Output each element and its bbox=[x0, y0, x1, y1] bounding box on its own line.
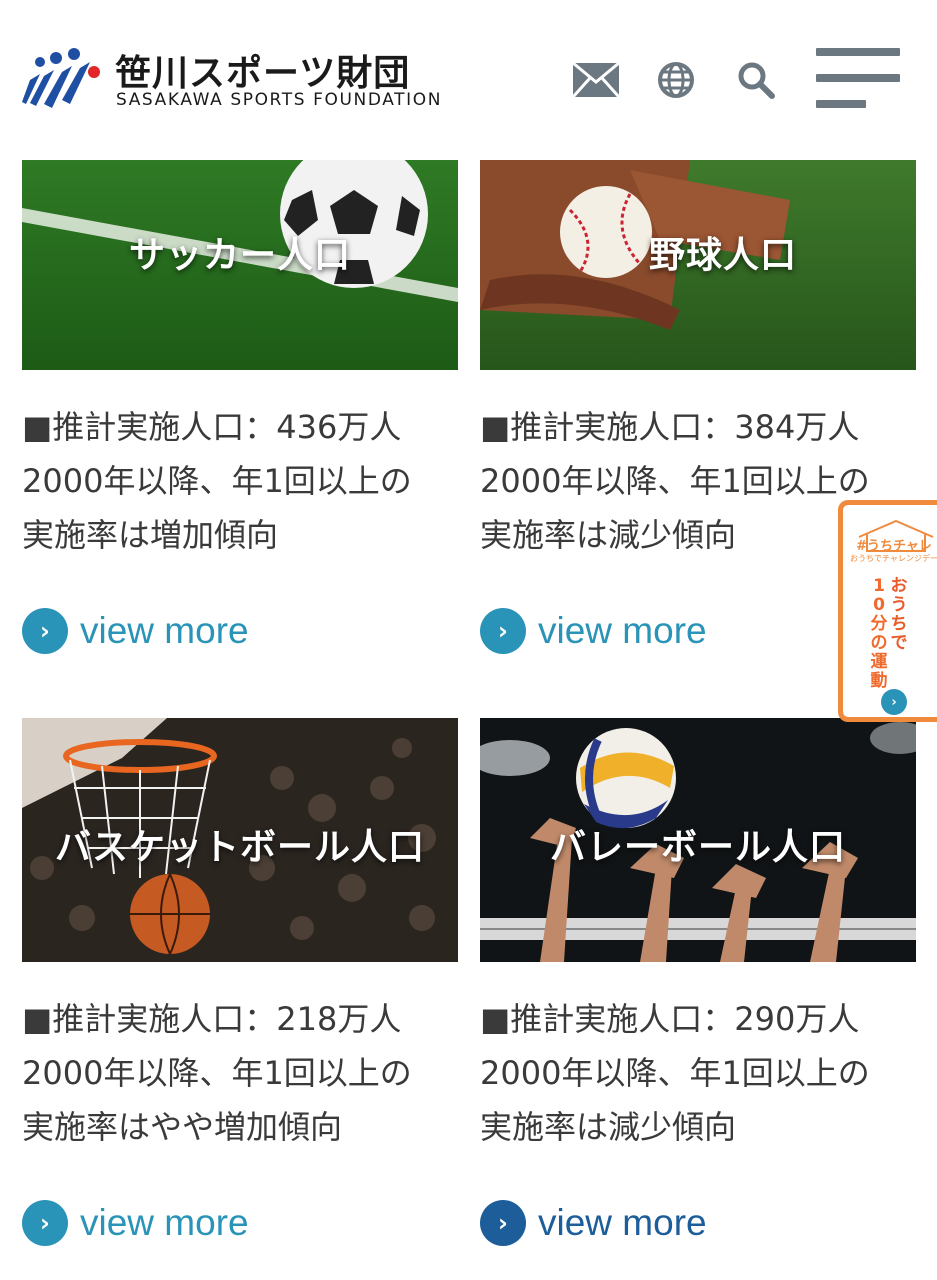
mail-icon[interactable] bbox=[570, 54, 622, 106]
card-desc-line: 実施率は減少傾向 bbox=[480, 1108, 737, 1146]
card-desc-line: 2000年以降、年1回以上の bbox=[22, 462, 412, 500]
uchi-challenge-side-tab[interactable]: #うちチャレ おうちでチャレンジデー おうちで 10分の運動 › bbox=[838, 500, 937, 722]
card-desc-line: 実施率は増加傾向 bbox=[22, 516, 279, 554]
logo-japanese-text: 笹川スポーツ財団 bbox=[115, 53, 411, 94]
volleyball-card: バレーボール人口 ■推計実施人口：290万人 2000年以降、年1回以上の 実施… bbox=[480, 718, 916, 1248]
basketball-image[interactable]: バスケットボール人口 bbox=[22, 718, 458, 962]
view-more-label: view more bbox=[538, 1202, 707, 1243]
baseball-image[interactable]: 野球人口 bbox=[480, 160, 916, 370]
card-description: ■推計実施人口：436万人 2000年以降、年1回以上の 実施率は増加傾向 bbox=[22, 400, 458, 562]
view-more-link[interactable]: › view more bbox=[480, 1198, 916, 1248]
card-desc-line: 実施率はやや増加傾向 bbox=[22, 1108, 343, 1146]
card-desc-line: ■推計実施人口：436万人 bbox=[22, 408, 402, 446]
side-tab-text: おうちで bbox=[890, 576, 908, 653]
card-desc-line: 2000年以降、年1回以上の bbox=[22, 1054, 412, 1092]
card-desc-line: ■推計実施人口：384万人 bbox=[480, 408, 860, 446]
globe-icon[interactable] bbox=[650, 54, 702, 106]
view-more-link[interactable]: › view more bbox=[22, 606, 458, 656]
card-title: バスケットボール人口 bbox=[54, 827, 425, 868]
side-tab-hashtag: #うちチャレ bbox=[856, 539, 932, 554]
chevron-right-icon: › bbox=[881, 689, 907, 715]
soccer-card: サッカー人口 ■推計実施人口：436万人 2000年以降、年1回以上の 実施率は… bbox=[22, 160, 458, 656]
view-more-link[interactable]: › view more bbox=[22, 1198, 458, 1248]
card-desc-line: ■推計実施人口：218万人 bbox=[22, 1000, 402, 1038]
card-description: ■推計実施人口：290万人 2000年以降、年1回以上の 実施率は減少傾向 bbox=[480, 992, 916, 1154]
card-title: サッカー人口 bbox=[128, 235, 351, 276]
card-desc-line: 2000年以降、年1回以上の bbox=[480, 1054, 870, 1092]
chevron-right-icon: › bbox=[22, 608, 68, 654]
site-header: 笹川スポーツ財団 SASAKAWA SPORTS FOUNDATION bbox=[0, 0, 937, 150]
chevron-right-icon: › bbox=[480, 1200, 526, 1246]
card-title: バレーボール人口 bbox=[549, 827, 846, 868]
site-logo[interactable]: 笹川スポーツ財団 SASAKAWA SPORTS FOUNDATION bbox=[22, 44, 440, 114]
basketball-card: バスケットボール人口 ■推計実施人口：218万人 2000年以降、年1回以上の … bbox=[22, 718, 458, 1248]
view-more-label: view more bbox=[80, 610, 249, 651]
chevron-right-icon: › bbox=[22, 1200, 68, 1246]
card-title: 野球人口 bbox=[648, 235, 797, 276]
card-description: ■推計実施人口：218万人 2000年以降、年1回以上の 実施率はやや増加傾向 bbox=[22, 992, 458, 1154]
search-icon[interactable] bbox=[730, 54, 782, 106]
view-more-label: view more bbox=[80, 1202, 249, 1243]
side-tab-subtitle: おうちでチャレンジデー bbox=[850, 554, 937, 563]
soccer-image[interactable]: サッカー人口 bbox=[22, 160, 458, 370]
hamburger-menu-icon[interactable] bbox=[816, 48, 902, 110]
side-tab-text: 10分の運動 bbox=[870, 576, 888, 691]
card-desc-line: ■推計実施人口：290万人 bbox=[480, 1000, 860, 1038]
logo-english-text: SASAKAWA SPORTS FOUNDATION bbox=[116, 90, 443, 110]
logo-mark-icon bbox=[22, 48, 100, 108]
volleyball-image[interactable]: バレーボール人口 bbox=[480, 718, 916, 962]
view-more-label: view more bbox=[538, 610, 707, 651]
chevron-right-icon: › bbox=[480, 608, 526, 654]
